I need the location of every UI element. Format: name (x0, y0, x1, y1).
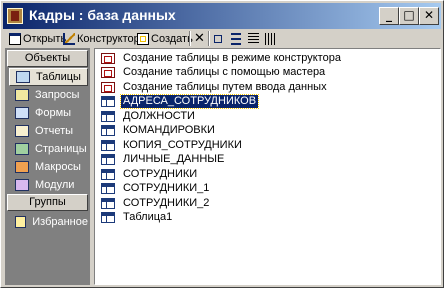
objects-item-label: Макросы (35, 161, 81, 173)
toolbar: Открыть Конструктор Создать ✕ (3, 29, 441, 48)
create-icon (137, 32, 149, 45)
list-item-label: СОТРУДНИКИ_1 (123, 182, 210, 194)
create-table-shortcut[interactable]: Создание таблицы путем ввода данных (101, 80, 329, 94)
modules-icon (15, 179, 29, 191)
large-icons-view-icon[interactable] (214, 30, 224, 47)
wizard-icon (101, 52, 115, 64)
list-item-label: ЛИЧНЫЕ_ДАННЫЕ (123, 153, 225, 165)
window-title: Кадры : база данных (29, 7, 176, 23)
objects-item-queries[interactable]: Запросы (9, 86, 88, 104)
objects-item-forms[interactable]: Формы (9, 104, 88, 122)
list-item-label: Таблица1 (123, 211, 173, 223)
objects-item-label: Страницы (35, 143, 87, 155)
macros-icon (15, 161, 29, 173)
open-icon (9, 32, 21, 45)
create-label: Создать (151, 32, 193, 45)
table-list-item[interactable]: СОТРУДНИКИ_1 (101, 182, 211, 196)
reports-icon (15, 125, 29, 137)
objects-item-label: Таблицы (36, 71, 81, 83)
title-bar[interactable]: Кадры : база данных _ □ ✕ (3, 3, 441, 29)
table-icon (101, 197, 115, 209)
list-item-label: СОТРУДНИКИ (123, 167, 198, 180)
create-button[interactable]: Создать (137, 30, 193, 47)
details-view-icon[interactable] (265, 30, 278, 47)
wizard-icon (101, 81, 115, 93)
database-body: Объекты Таблицы Запросы Формы Отчеты Страниц… (5, 48, 441, 285)
table-icon (101, 168, 115, 180)
minimize-button[interactable]: _ (379, 7, 399, 25)
objects-item-modules[interactable]: Модули (9, 176, 88, 194)
create-table-shortcut[interactable]: Создание таблицы с помощью мастера (101, 66, 327, 80)
toolbar-separator (189, 31, 191, 46)
table-list-item[interactable]: КОПИЯ_СОТРУДНИКИ (101, 138, 244, 152)
table-icon (101, 125, 115, 136)
list-item-label: ДОЛЖНОСТИ (123, 109, 195, 122)
table-list-item[interactable]: Таблица1 (101, 211, 174, 225)
list-item-label: КОМАНДИРОВКИ (123, 124, 215, 136)
objects-item-label: Модули (35, 179, 75, 191)
maximize-button[interactable]: □ (399, 7, 419, 25)
small-icons-view-icon[interactable] (231, 30, 243, 47)
objects-header-button[interactable]: Объекты (7, 50, 88, 67)
toolbar-separator (208, 31, 210, 46)
design-icon (63, 32, 75, 45)
objects-bar: Объекты Таблицы Запросы Формы Отчеты Страниц… (5, 48, 90, 285)
list-view-icon[interactable] (248, 30, 261, 47)
table-icon (101, 110, 115, 122)
objects-item-favorites[interactable]: Избранное (9, 213, 88, 231)
list-item-label: КОПИЯ_СОТРУДНИКИ (123, 138, 242, 151)
details-glyph (265, 32, 276, 45)
design-button[interactable]: Конструктор (63, 30, 140, 47)
objects-item-macros[interactable]: Макросы (9, 158, 88, 176)
objects-item-pages[interactable]: Страницы (9, 140, 88, 158)
database-window: Кадры : база данных _ □ ✕ Открыть Констр… (0, 0, 444, 288)
database-app-icon[interactable] (7, 8, 23, 24)
table-list-item[interactable]: СОТРУДНИКИ_2 (101, 196, 211, 210)
table-icon (101, 212, 115, 223)
objects-list-pane: Создание таблицы в режиме конструктора Со… (94, 48, 441, 285)
table-icon (101, 154, 115, 165)
open-label: Открыть (23, 32, 67, 45)
list-item-label: СОТРУДНИКИ_2 (123, 196, 210, 209)
objects-item-label: Запросы (35, 89, 80, 101)
small-icons-glyph (231, 32, 241, 45)
wizard-icon (101, 67, 115, 78)
delete-icon[interactable]: ✕ (194, 30, 205, 47)
tables-icon (16, 71, 30, 83)
objects-item-label: Формы (35, 107, 72, 119)
table-list-item[interactable]: ЛИЧНЫЕ_ДАННЫЕ (101, 153, 226, 167)
forms-icon (15, 107, 29, 119)
queries-icon (15, 89, 29, 101)
open-button[interactable]: Открыть (9, 30, 66, 47)
table-icon (101, 96, 115, 107)
pages-icon (15, 143, 29, 155)
groups-header-button[interactable]: Группы (7, 194, 88, 211)
objects-item-label: Избранное (32, 216, 88, 228)
table-list-item[interactable]: ДОЛЖНОСТИ (101, 109, 197, 123)
table-icon (101, 139, 115, 151)
favorites-icon (15, 216, 27, 228)
table-list-item[interactable]: АДРЕСА_СОТРУДНИКОВ (101, 94, 260, 109)
list-item-label: АДРЕСА_СОТРУДНИКОВ (119, 94, 260, 109)
objects-item-reports[interactable]: Отчеты (9, 122, 88, 140)
list-item-label: Создание таблицы в режиме конструктора (123, 51, 341, 64)
objects-item-tables[interactable]: Таблицы (9, 68, 88, 86)
list-glyph (248, 32, 259, 45)
table-list-item[interactable]: СОТРУДНИКИ (101, 167, 199, 181)
design-label: Конструктор (77, 32, 140, 45)
large-icons-glyph (214, 34, 222, 43)
table-icon (101, 183, 115, 194)
objects-item-label: Отчеты (35, 125, 74, 137)
list-item-label: Создание таблицы путем ввода данных (123, 80, 327, 93)
create-table-shortcut[interactable]: Создание таблицы в режиме конструктора (101, 51, 343, 65)
close-button[interactable]: ✕ (419, 7, 439, 25)
list-item-label: Создание таблицы с помощью мастера (123, 66, 326, 78)
table-list-item[interactable]: КОМАНДИРОВКИ (101, 124, 217, 138)
